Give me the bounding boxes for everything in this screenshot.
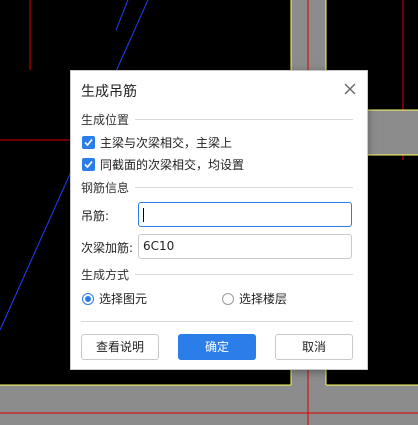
ok-button[interactable]: 确定 [178, 334, 256, 360]
check-icon[interactable] [82, 136, 95, 149]
wall-right [368, 110, 418, 155]
secondary-input-value: 6C10 [143, 239, 175, 253]
radio-select-floor-label: 选择楼层 [239, 292, 288, 306]
radio-select-floor[interactable]: 选择楼层 [222, 290, 287, 307]
check-icon[interactable] [82, 158, 95, 171]
hanger-input[interactable] [138, 202, 352, 227]
radio-off-icon[interactable] [222, 292, 234, 305]
help-button[interactable]: 查看说明 [81, 334, 159, 360]
section-method-label: 生成方式 [81, 268, 130, 282]
divider [135, 187, 353, 188]
secondary-input[interactable]: 6C10 [138, 234, 352, 259]
section-position: 生成位置 [81, 111, 353, 128]
divider [135, 119, 353, 120]
check-same-section[interactable]: 同截面的次梁相交，均设置 [82, 156, 244, 173]
cancel-button[interactable]: 取消 [275, 334, 353, 360]
wall-horizontal [0, 385, 418, 425]
section-rebar-label: 钢筋信息 [81, 181, 130, 195]
secondary-label: 次梁加筋: [81, 241, 134, 255]
footer-divider [81, 321, 353, 322]
hanger-label: 吊筋: [81, 209, 110, 223]
section-method: 生成方式 [81, 266, 353, 283]
radio-on-icon[interactable] [82, 292, 94, 305]
check-same-section-label: 同截面的次梁相交，均设置 [100, 158, 245, 172]
close-icon[interactable] [341, 80, 359, 98]
section-position-label: 生成位置 [81, 113, 130, 127]
dialog-title: 生成吊筋 [81, 84, 137, 100]
check-main-secondary-label: 主梁与次梁相交，主梁上 [100, 136, 233, 150]
divider [135, 274, 353, 275]
radio-select-element-label: 选择图元 [99, 292, 148, 306]
radio-select-element[interactable]: 选择图元 [82, 290, 147, 307]
check-main-secondary[interactable]: 主梁与次梁相交，主梁上 [82, 134, 232, 151]
section-rebar: 钢筋信息 [81, 179, 353, 196]
text-caret [143, 208, 144, 222]
generate-hanger-dialog: 生成吊筋 生成位置 主梁与次梁相交，主梁上 同截面的次梁相交，均设置 钢筋信息 … [70, 70, 368, 370]
